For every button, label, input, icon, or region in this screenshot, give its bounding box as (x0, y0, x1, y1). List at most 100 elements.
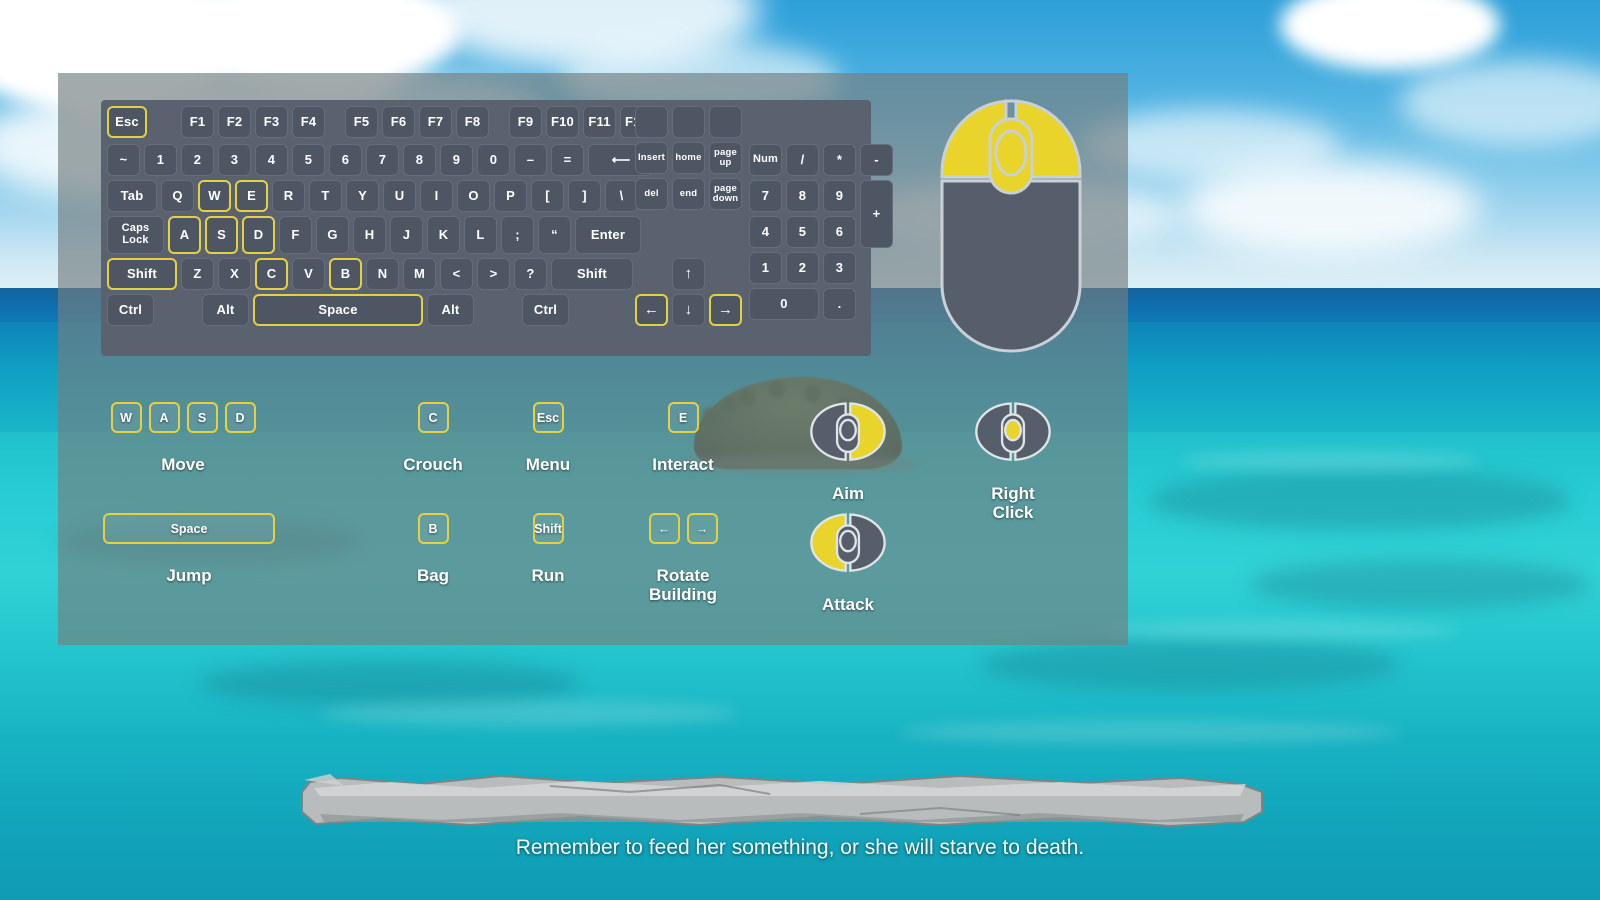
key-x[interactable]: X (218, 258, 251, 290)
key-k[interactable]: K (427, 216, 460, 254)
numpad-key-plus[interactable]: + (860, 180, 893, 248)
key-esc[interactable]: Esc (107, 106, 147, 138)
key-arrow-left[interactable]: ← (635, 294, 668, 326)
key-0[interactable]: 0 (477, 144, 510, 176)
key-5[interactable]: 5 (292, 144, 325, 176)
key-l[interactable]: L (464, 216, 497, 254)
key-caps-lock[interactable]: Caps Lock (107, 216, 164, 254)
key-p[interactable]: P (494, 180, 527, 212)
numpad-key-3[interactable]: 3 (823, 252, 856, 284)
key-e[interactable]: E (235, 180, 268, 212)
key-–[interactable]: – (514, 144, 547, 176)
key-3[interactable]: 3 (218, 144, 251, 176)
numpad-key-8[interactable]: 8 (786, 180, 819, 212)
numpad-key-9[interactable]: 9 (823, 180, 856, 212)
key-h[interactable]: H (353, 216, 386, 254)
numpad-key-5[interactable]: 5 (786, 216, 819, 248)
legend-key-d[interactable]: D (224, 402, 256, 433)
key-shift[interactable]: Shift (107, 258, 177, 290)
key-page-up[interactable]: page up (709, 142, 742, 174)
key-arrow-right[interactable]: → (709, 294, 742, 326)
key-4[interactable]: 4 (255, 144, 288, 176)
legend-key-s[interactable]: S (186, 402, 218, 433)
key-shift[interactable]: Shift (551, 258, 633, 290)
key-[[interactable]: [ (531, 180, 564, 212)
key-f11[interactable]: F11 (583, 106, 616, 138)
legend-key-→[interactable]: → (686, 513, 718, 544)
key-8[interactable]: 8 (403, 144, 436, 176)
key-ctrl[interactable]: Ctrl (522, 294, 569, 326)
key-f8[interactable]: F8 (456, 106, 489, 138)
key-d[interactable]: D (242, 216, 275, 254)
key-“[interactable]: “ (538, 216, 571, 254)
legend-key-w[interactable]: W (110, 402, 142, 433)
numpad-key-7[interactable]: 7 (749, 180, 782, 212)
key-?[interactable]: ? (514, 258, 547, 290)
key-f6[interactable]: F6 (382, 106, 415, 138)
key-f9[interactable]: F9 (509, 106, 542, 138)
legend-key-e[interactable]: E (667, 402, 699, 433)
legend-key-a[interactable]: A (148, 402, 180, 433)
legend-key-esc[interactable]: Esc (532, 402, 564, 433)
key-insert[interactable]: Insert (635, 142, 668, 174)
numpad-key-0[interactable]: 0 (749, 288, 819, 320)
key-enter[interactable]: Enter (575, 216, 641, 254)
numpad-key-minus[interactable]: - (860, 144, 893, 176)
key-\[interactable]: \ (605, 180, 638, 212)
key-1[interactable]: 1 (144, 144, 177, 176)
key-m[interactable]: M (403, 258, 436, 290)
numpad-key-num[interactable]: Num (749, 144, 782, 176)
key-f10[interactable]: F10 (546, 106, 579, 138)
key-o[interactable]: O (457, 180, 490, 212)
key-f3[interactable]: F3 (255, 106, 288, 138)
key-f2[interactable]: F2 (218, 106, 251, 138)
numpad-key-1[interactable]: 1 (749, 252, 782, 284)
legend-key-space[interactable]: Space (103, 513, 275, 544)
key-i[interactable]: I (420, 180, 453, 212)
key-s[interactable]: S (205, 216, 238, 254)
key-arrow-up[interactable]: ↑ (672, 258, 705, 290)
key-6[interactable]: 6 (329, 144, 362, 176)
key-alt[interactable]: Alt (202, 294, 249, 326)
key-page-down[interactable]: page down (709, 178, 742, 210)
key-f1[interactable]: F1 (181, 106, 214, 138)
key-c[interactable]: C (255, 258, 288, 290)
key-~[interactable]: ~ (107, 144, 140, 176)
key->[interactable]: > (477, 258, 510, 290)
key-][interactable]: ] (568, 180, 601, 212)
key-q[interactable]: Q (161, 180, 194, 212)
key-;[interactable]: ; (501, 216, 534, 254)
numpad-key-6[interactable]: 6 (823, 216, 856, 248)
key-j[interactable]: J (390, 216, 423, 254)
key-9[interactable]: 9 (440, 144, 473, 176)
legend-key-b[interactable]: B (417, 513, 449, 544)
key-w[interactable]: W (198, 180, 231, 212)
key-7[interactable]: 7 (366, 144, 399, 176)
key-f5[interactable]: F5 (345, 106, 378, 138)
key-end[interactable]: end (672, 178, 705, 210)
key-tab[interactable]: Tab (107, 180, 157, 212)
key-g[interactable]: G (316, 216, 349, 254)
key-f[interactable]: F (279, 216, 312, 254)
key-del[interactable]: del (635, 178, 668, 210)
key-arrow-down[interactable]: ↓ (672, 294, 705, 326)
key-<[interactable]: < (440, 258, 473, 290)
key-ctrl[interactable]: Ctrl (107, 294, 154, 326)
key-2[interactable]: 2 (181, 144, 214, 176)
legend-key-←[interactable]: ← (648, 513, 680, 544)
key-n[interactable]: N (366, 258, 399, 290)
key-=[interactable]: = (551, 144, 584, 176)
key-y[interactable]: Y (346, 180, 379, 212)
key-v[interactable]: V (292, 258, 325, 290)
key-u[interactable]: U (383, 180, 416, 212)
key-space[interactable]: Space (253, 294, 423, 326)
key-z[interactable]: Z (181, 258, 214, 290)
key-home[interactable]: home (672, 142, 705, 174)
numpad-key-divide[interactable]: / (786, 144, 819, 176)
legend-key-c[interactable]: C (417, 402, 449, 433)
legend-key-shift[interactable]: Shift (532, 513, 564, 544)
key-f7[interactable]: F7 (419, 106, 452, 138)
numpad-key-dot[interactable]: . (823, 288, 856, 320)
key-alt[interactable]: Alt (427, 294, 474, 326)
numpad-key-multiply[interactable]: * (823, 144, 856, 176)
